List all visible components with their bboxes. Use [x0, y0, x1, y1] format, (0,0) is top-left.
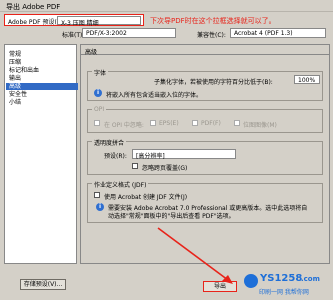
save-preset-button[interactable]: 存储预设(V)...	[20, 279, 66, 290]
watermark-brand: YS1258	[260, 273, 303, 284]
panel-header: 高级	[81, 45, 329, 56]
compat-value: Acrobat 4 (PDF 1.3)	[234, 30, 293, 37]
ignore-spread-label: 忽略跨页覆盖(G)	[142, 165, 188, 172]
top-settings: Adobe PDF 预设(P): X-3 压图 精细 下次导PDF时在这个拉框选…	[4, 13, 330, 41]
opi-group: OPI 在 OPI 中忽略: EPS(E) PDF(F) 位图图像(M)	[87, 106, 323, 133]
info-icon: i	[96, 203, 104, 211]
sidebar-item-marks-bleeds[interactable]: 标记和出血	[6, 67, 78, 74]
jdf-label: 使用 Acrobat 创建 JDF 文件(J)	[104, 194, 188, 201]
window-title: 导出 Adobe PDF	[6, 3, 61, 11]
opi-pdf-label: PDF(F)	[201, 120, 221, 127]
opi-pdf-checkbox[interactable]	[192, 120, 198, 126]
jdf-group: 作业定义格式 (JDF) 使用 Acrobat 创建 JDF 文件(J) i 需…	[87, 180, 323, 223]
jdf-group-title: 作业定义格式 (JDF)	[92, 180, 149, 189]
flattener-preset-label: 预设(R):	[104, 153, 127, 160]
ignore-spread-checkbox[interactable]	[132, 163, 138, 169]
opi-bitmap-label: 位图图像(M)	[243, 122, 277, 129]
subset-label: 子集化字体，若被使用的字符百分比低于(B):	[154, 79, 273, 86]
opi-bitmap-checkbox[interactable]	[234, 120, 240, 126]
preset-dropdown[interactable]: X-3 压图 精细	[57, 16, 141, 27]
watermark-logo-icon	[244, 274, 258, 288]
sidebar-item-output[interactable]: 输出	[6, 75, 78, 82]
standard-dropdown[interactable]: PDF/X-3:2002	[82, 28, 176, 38]
sidebar: 常规 压缩 标记和出血 输出 高级 安全性 小结	[4, 44, 78, 264]
preset-highlight-box: Adobe PDF 预设(P): X-3 压图 精细	[4, 14, 144, 27]
subset-input[interactable]: 100%	[294, 75, 320, 84]
opi-ignore-label: 在 OPI 中忽略:	[104, 122, 144, 129]
subset-value: 100%	[298, 77, 316, 84]
standard-value: PDF/X-3:2002	[86, 30, 127, 37]
fonts-group-title: 字体	[92, 68, 109, 77]
opi-group-title: OPI	[92, 106, 107, 113]
compat-dropdown[interactable]: Acrobat 4 (PDF 1.3)	[230, 28, 326, 38]
compat-label: 兼容性(C):	[197, 32, 226, 39]
transparency-group-title: 透明度拼合	[92, 138, 127, 147]
fonts-info-text: 将嵌入所有包含适当嵌入位的字体。	[106, 92, 203, 99]
jdf-checkbox[interactable]	[94, 192, 100, 198]
fonts-group: 字体 子集化字体，若被使用的字符百分比低于(B): 100% i 将嵌入所有包含…	[87, 68, 323, 101]
sidebar-item-security[interactable]: 安全性	[6, 91, 78, 98]
annotation-arrow	[157, 227, 233, 284]
opi-eps-label: EPS(E)	[159, 120, 179, 127]
jdf-info-line2: 动选择"常规"面板中的"导出后查看 PDF"选项。	[108, 213, 235, 220]
flattener-preset-value: [高分辨率]	[136, 153, 165, 160]
watermark-suffix: .com	[301, 275, 320, 283]
flattener-preset-dropdown[interactable]: [高分辨率]	[132, 149, 236, 160]
transparency-group: 透明度拼合 预设(R): [高分辨率] 忽略跨页覆盖(G)	[87, 138, 323, 175]
sidebar-item-general[interactable]: 常规	[6, 51, 78, 58]
opi-eps-checkbox[interactable]	[150, 120, 156, 126]
panel-heading: 高级	[85, 49, 98, 56]
sidebar-item-compression[interactable]: 压缩	[6, 59, 78, 66]
annotation-note: 下次导PDF时在这个拉框选择就可以了。	[150, 17, 276, 25]
watermark-subtitle: 印刷一网 我帮你网	[259, 289, 309, 296]
opi-ignore-checkbox[interactable]	[94, 120, 100, 126]
info-icon: i	[94, 89, 102, 97]
dialog-footer: 存储预设(V)... 导出 YS1258 .com 印刷一网 我帮你网	[0, 227, 333, 300]
sidebar-item-summary[interactable]: 小结	[6, 99, 78, 106]
sidebar-item-advanced[interactable]: 高级	[6, 83, 78, 90]
preset-value: X-3 压图 精细	[61, 20, 99, 27]
